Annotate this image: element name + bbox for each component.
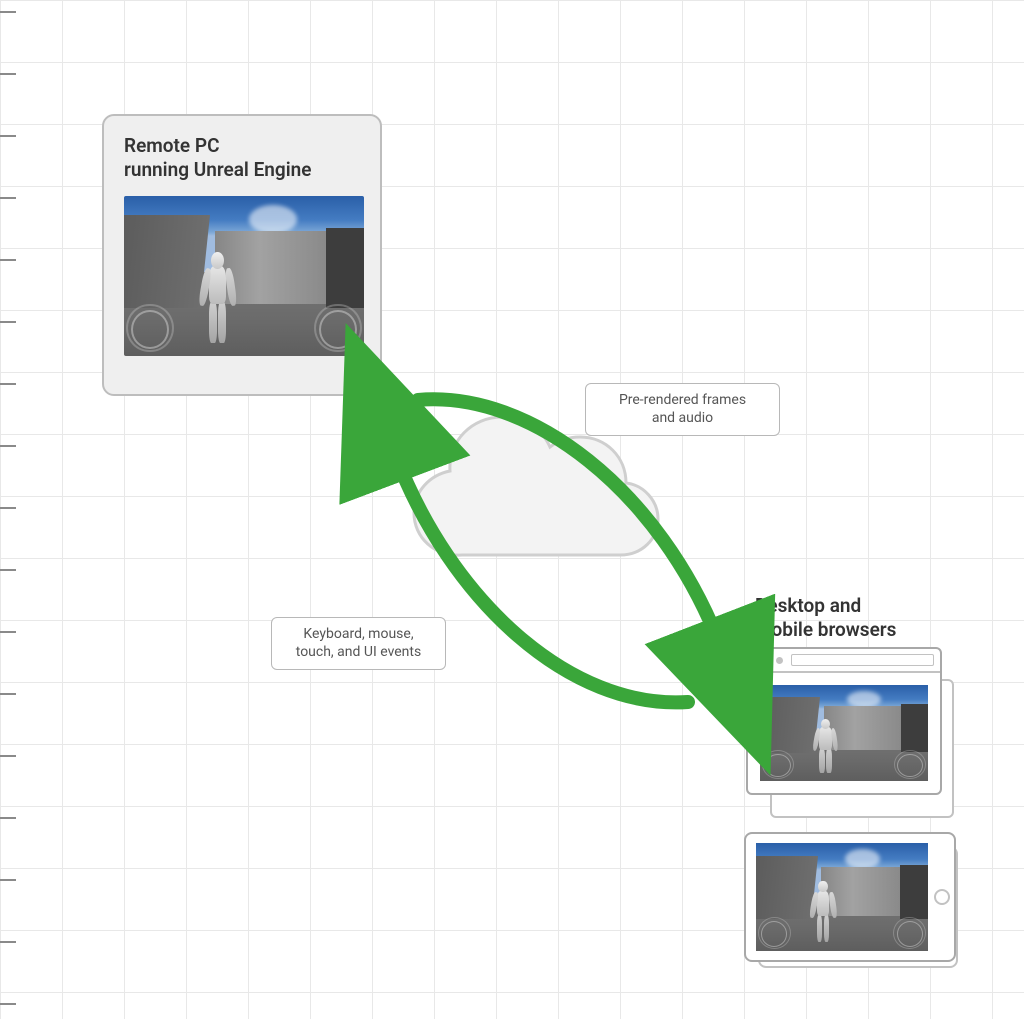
node-remote-pc: Remote PC running Unreal Engine	[102, 114, 382, 396]
remote-pc-title-line2: running Unreal Engine	[124, 158, 312, 181]
remote-pc-title-line1: Remote PC	[124, 134, 220, 157]
clients-title-line2: mobile browsers	[755, 618, 896, 641]
label-events-line2: touch, and UI events	[296, 644, 421, 660]
browser-content	[748, 673, 940, 793]
label-events-line1: Keyboard, mouse,	[303, 626, 413, 642]
game-screenshot-remote	[124, 196, 364, 356]
game-screenshot-tablet	[756, 843, 928, 951]
clients-title-line1: Desktop and	[755, 594, 861, 617]
window-dot-icon	[754, 657, 761, 664]
address-bar-icon	[791, 654, 934, 666]
remote-pc-title: Remote PC running Unreal Engine	[124, 134, 360, 182]
tablet-home-button-icon	[934, 889, 950, 905]
clients-title: Desktop and mobile browsers	[755, 594, 896, 642]
browser-toolbar	[748, 649, 940, 673]
window-dot-icon	[765, 657, 772, 664]
game-screenshot-browser	[760, 685, 928, 781]
label-input-events: Keyboard, mouse, touch, and UI events	[271, 617, 446, 670]
label-frames-audio: Pre-rendered frames and audio	[585, 383, 780, 436]
diagram-canvas: Remote PC running Unreal Engine Pre-rend…	[0, 0, 1024, 1019]
label-frames-line1: Pre-rendered frames	[619, 392, 746, 408]
label-frames-line2: and audio	[652, 410, 713, 426]
tablet-front	[744, 832, 956, 962]
browser-window-front	[746, 647, 942, 795]
window-dot-icon	[776, 657, 783, 664]
